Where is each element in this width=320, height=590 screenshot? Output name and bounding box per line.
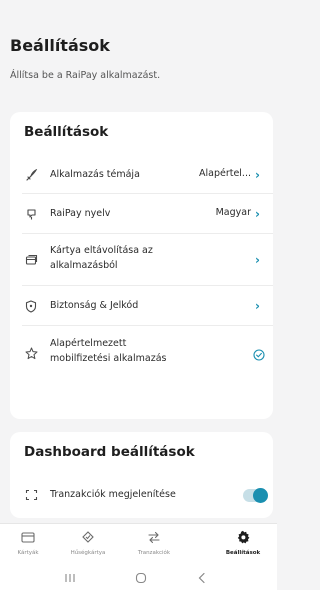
default-payment-app-row[interactable]: Alapértelmezett mobilfizetési alkalmazás	[10, 326, 273, 380]
tab-transactions-label: Tranzakciók	[137, 550, 171, 556]
tab-cards-label: Kártyák	[17, 550, 39, 556]
shield-icon	[24, 299, 38, 313]
remove-card-label-line2: alkalmazásból	[50, 260, 118, 271]
card-icon	[0, 530, 56, 544]
remove-card-label-line1: Kártya eltávolítása az	[50, 245, 153, 256]
gear-icon	[215, 530, 271, 544]
cards-icon	[24, 253, 38, 267]
dashboard-settings-card: Dashboard beállítások Tranzakciók megjel…	[10, 432, 273, 518]
tab-settings[interactable]: Beállítások	[215, 524, 271, 568]
bottom-tab-bar: Kártyák Hűségkártya Tranzakciók Beállítá…	[0, 523, 277, 567]
settings-card: Beállítások Alkalmazás témája Alapértel.…	[10, 112, 273, 419]
chevron-right-icon: ›	[255, 253, 260, 267]
app-language-row[interactable]: RaiPay nyelv Magyar ›	[10, 194, 273, 234]
settings-card-title: Beállítások	[24, 124, 109, 140]
language-icon	[24, 207, 38, 221]
loyalty-card-icon	[60, 530, 116, 544]
app-theme-row[interactable]: Alkalmazás témája Alapértel... ›	[10, 156, 273, 194]
tab-transactions[interactable]: Tranzakciók	[126, 524, 182, 568]
default-payment-app-label-line2: mobilfizetési alkalmazás	[50, 353, 167, 364]
transfer-arrows-icon	[126, 530, 182, 544]
check-circle-icon	[253, 346, 265, 361]
security-passcode-row[interactable]: Biztonság & Jelkód ›	[10, 286, 273, 326]
default-payment-app-label-line1: Alapértelmezett	[50, 338, 127, 349]
app-theme-value: Alapértel...	[198, 168, 251, 179]
tab-settings-label: Beállítások	[225, 550, 261, 556]
back-icon[interactable]	[187, 569, 217, 587]
transactions-frame-icon	[24, 488, 38, 502]
security-passcode-label: Biztonság & Jelkód	[50, 300, 139, 311]
recent-apps-icon[interactable]	[55, 569, 85, 587]
system-navigation-bar	[0, 567, 277, 590]
page-subtitle: Állítsa be a RaiPay alkalmazást.	[10, 70, 161, 81]
app-language-value: Magyar	[215, 207, 251, 218]
show-transactions-row[interactable]: Tranzakciók megjelenítése	[10, 476, 273, 514]
tab-loyalty-label: Hűségkártya	[70, 550, 106, 556]
show-transactions-toggle[interactable]	[243, 488, 268, 503]
chevron-right-icon: ›	[255, 299, 260, 313]
app-theme-label: Alkalmazás témája	[50, 169, 140, 180]
dashboard-card-title: Dashboard beállítások	[24, 444, 195, 460]
remove-card-row[interactable]: Kártya eltávolítása az alkalmazásból ›	[10, 234, 273, 286]
chevron-right-icon: ›	[255, 168, 260, 182]
tab-loyalty[interactable]: Hűségkártya	[60, 524, 116, 568]
home-icon[interactable]	[126, 569, 156, 587]
show-transactions-label: Tranzakciók megjelenítése	[50, 489, 176, 500]
chevron-right-icon: ›	[255, 207, 260, 221]
app-language-label: RaiPay nyelv	[50, 208, 111, 219]
paint-brush-icon	[24, 168, 38, 182]
page-title: Beállítások	[10, 36, 110, 55]
toggle-knob	[253, 488, 268, 503]
star-icon	[24, 346, 38, 360]
settings-screen: Beállítások Állítsa be a RaiPay alkalmaz…	[0, 0, 277, 590]
tab-cards[interactable]: Kártyák	[0, 524, 56, 568]
